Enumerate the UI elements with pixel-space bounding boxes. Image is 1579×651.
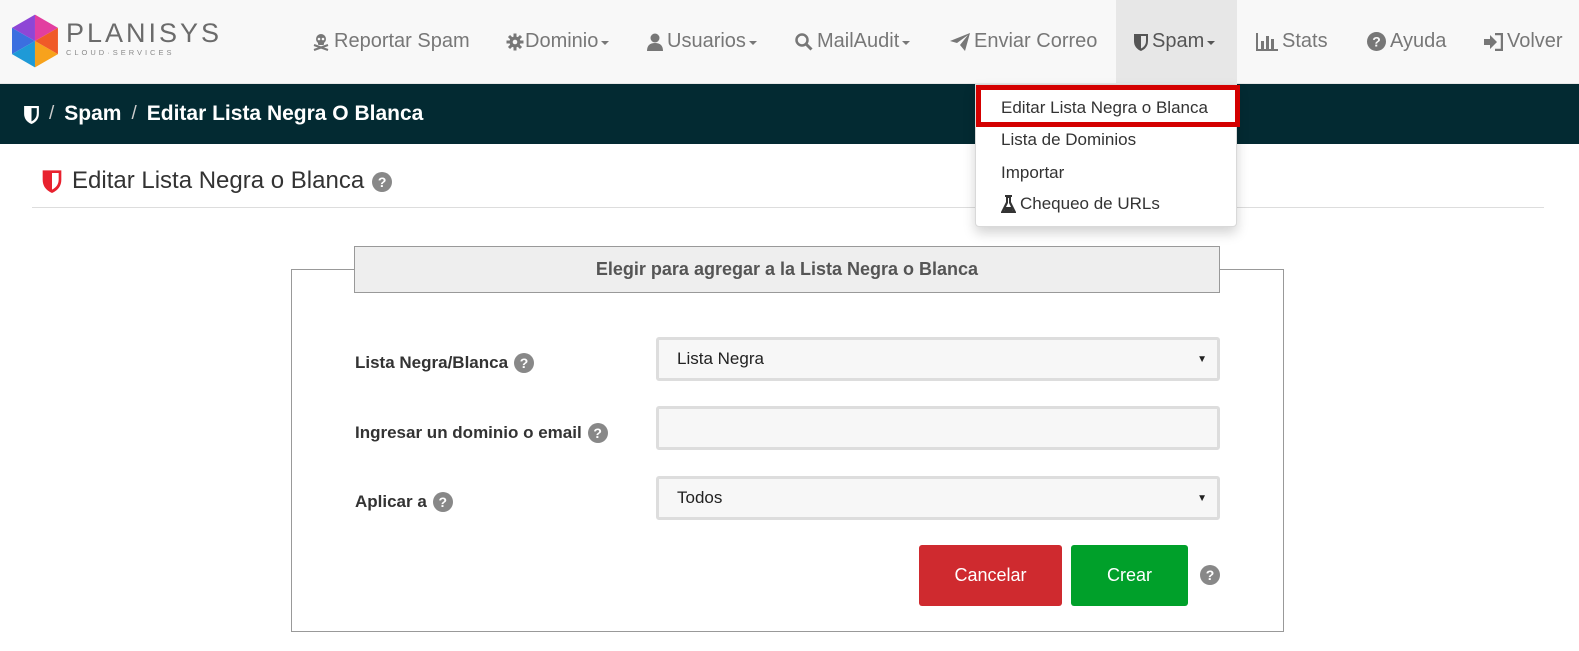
nav-stats[interactable]: Stats: [1256, 0, 1328, 83]
breadcrumb-spam-link[interactable]: Spam: [64, 102, 121, 126]
domain-email-input[interactable]: [656, 406, 1220, 450]
cancel-button[interactable]: Cancelar: [919, 545, 1062, 606]
nav-back[interactable]: Volver: [1484, 0, 1563, 83]
paper-plane-icon: [950, 32, 970, 51]
bar-chart-icon: [1256, 32, 1278, 51]
form-legend: Elegir para agregar a la Lista Negra o B…: [354, 246, 1220, 293]
help-icon[interactable]: ?: [587, 423, 608, 443]
page-title: Editar Lista Negra o Blanca: [72, 166, 365, 194]
apply-to-value: Todos: [677, 488, 723, 507]
menu-item-import[interactable]: Importar: [1001, 163, 1064, 183]
nav-send-mail[interactable]: Enviar Correo: [950, 0, 1097, 83]
nav-spam-label: Spam: [1152, 30, 1205, 52]
caret-down-icon: [902, 40, 911, 45]
nav-send-mail-label: Enviar Correo: [974, 30, 1098, 52]
menu-item-label: Chequeo de URLs: [1020, 194, 1160, 213]
breadcrumb-separator: /: [49, 103, 55, 124]
nav-report-spam-label: Reportar Spam: [334, 30, 470, 52]
spam-dropdown-menu: Editar Lista Negra o Blanca Lista de Dom…: [975, 84, 1240, 227]
entry-label: Ingresar un dominio o email ?: [355, 423, 608, 443]
search-icon: [795, 32, 813, 51]
list-type-value: Lista Negra: [677, 349, 764, 368]
gear-icon: [506, 33, 524, 50]
nav-mailaudit-dropdown[interactable]: MailAudit: [795, 0, 911, 83]
breadcrumb-current: Editar Lista Negra O Blanca: [146, 102, 424, 125]
nav-domain-dropdown[interactable]: Dominio: [506, 0, 610, 83]
menu-item-domain-list[interactable]: Lista de Dominios: [1001, 130, 1136, 150]
apply-to-label-text: Aplicar a: [355, 492, 427, 511]
breadcrumb: / Spam / Editar Lista Negra O Blanca: [0, 84, 1579, 144]
list-type-label: Lista Negra/Blanca ?: [355, 353, 535, 373]
nav-help-label: Ayuda: [1390, 30, 1447, 52]
list-type-label-text: Lista Negra/Blanca: [355, 353, 509, 372]
shield-icon[interactable]: [24, 105, 39, 124]
sign-in-icon: [1484, 32, 1503, 51]
menu-item-label: Editar Lista Negra o Blanca: [1001, 98, 1208, 117]
cube-logo-icon: [12, 14, 58, 68]
nav-users-label: Usuarios: [667, 30, 746, 52]
nav-spam-dropdown[interactable]: Spam: [1116, 0, 1237, 83]
planisys-logo[interactable]: PLANISYS CLOUD·SERVICES: [12, 9, 222, 73]
caret-down-icon: ▼: [1197, 354, 1207, 365]
page-header: Editar Lista Negra o Blanca ?: [32, 158, 1544, 208]
help-icon[interactable]: ?: [1200, 565, 1220, 585]
menu-item-url-check[interactable]: Chequeo de URLs: [1001, 194, 1160, 214]
brand-tagline: CLOUD·SERVICES: [65, 48, 175, 57]
shield-icon: [42, 169, 62, 193]
user-icon: [647, 33, 663, 51]
caret-down-icon: [748, 40, 757, 45]
menu-item-edit-black-white-list[interactable]: Editar Lista Negra o Blanca: [1001, 98, 1208, 118]
create-button[interactable]: Crear: [1071, 545, 1188, 606]
nav-help[interactable]: ? Ayuda: [1367, 0, 1446, 83]
caret-down-icon: ▼: [1197, 493, 1207, 504]
flask-icon: [1001, 195, 1016, 213]
nav-users-dropdown[interactable]: Usuarios: [647, 0, 757, 83]
question-circle-icon: ?: [1367, 32, 1386, 51]
menu-item-label: Importar: [1001, 163, 1065, 182]
skull-crossbones-icon: [313, 33, 329, 51]
menu-item-label: Lista de Dominios: [1001, 130, 1137, 149]
nav-stats-label: Stats: [1282, 30, 1328, 52]
nav-mailaudit-label: MailAudit: [817, 30, 900, 52]
nav-domain-label: Dominio: [525, 30, 599, 52]
svg-text:?: ?: [1372, 34, 1381, 50]
list-type-select[interactable]: Lista Negra ▼: [656, 337, 1220, 381]
help-icon[interactable]: ?: [372, 172, 393, 192]
brand-name: PLANISYS: [65, 18, 222, 48]
caret-down-icon: [601, 40, 610, 45]
breadcrumb-separator: /: [131, 103, 137, 124]
nav-report-spam[interactable]: Reportar Spam: [312, 0, 470, 83]
top-navbar: PLANISYS CLOUD·SERVICES Reportar Spam Do…: [0, 0, 1579, 84]
apply-to-label: Aplicar a ?: [355, 492, 453, 512]
nav-back-label: Volver: [1507, 30, 1563, 52]
caret-down-icon: [1207, 40, 1216, 45]
help-icon[interactable]: ?: [432, 492, 453, 512]
shield-icon: [1134, 33, 1148, 51]
apply-to-select[interactable]: Todos ▼: [656, 476, 1220, 520]
help-icon[interactable]: ?: [514, 353, 535, 373]
entry-label-text: Ingresar un dominio o email: [355, 423, 582, 442]
